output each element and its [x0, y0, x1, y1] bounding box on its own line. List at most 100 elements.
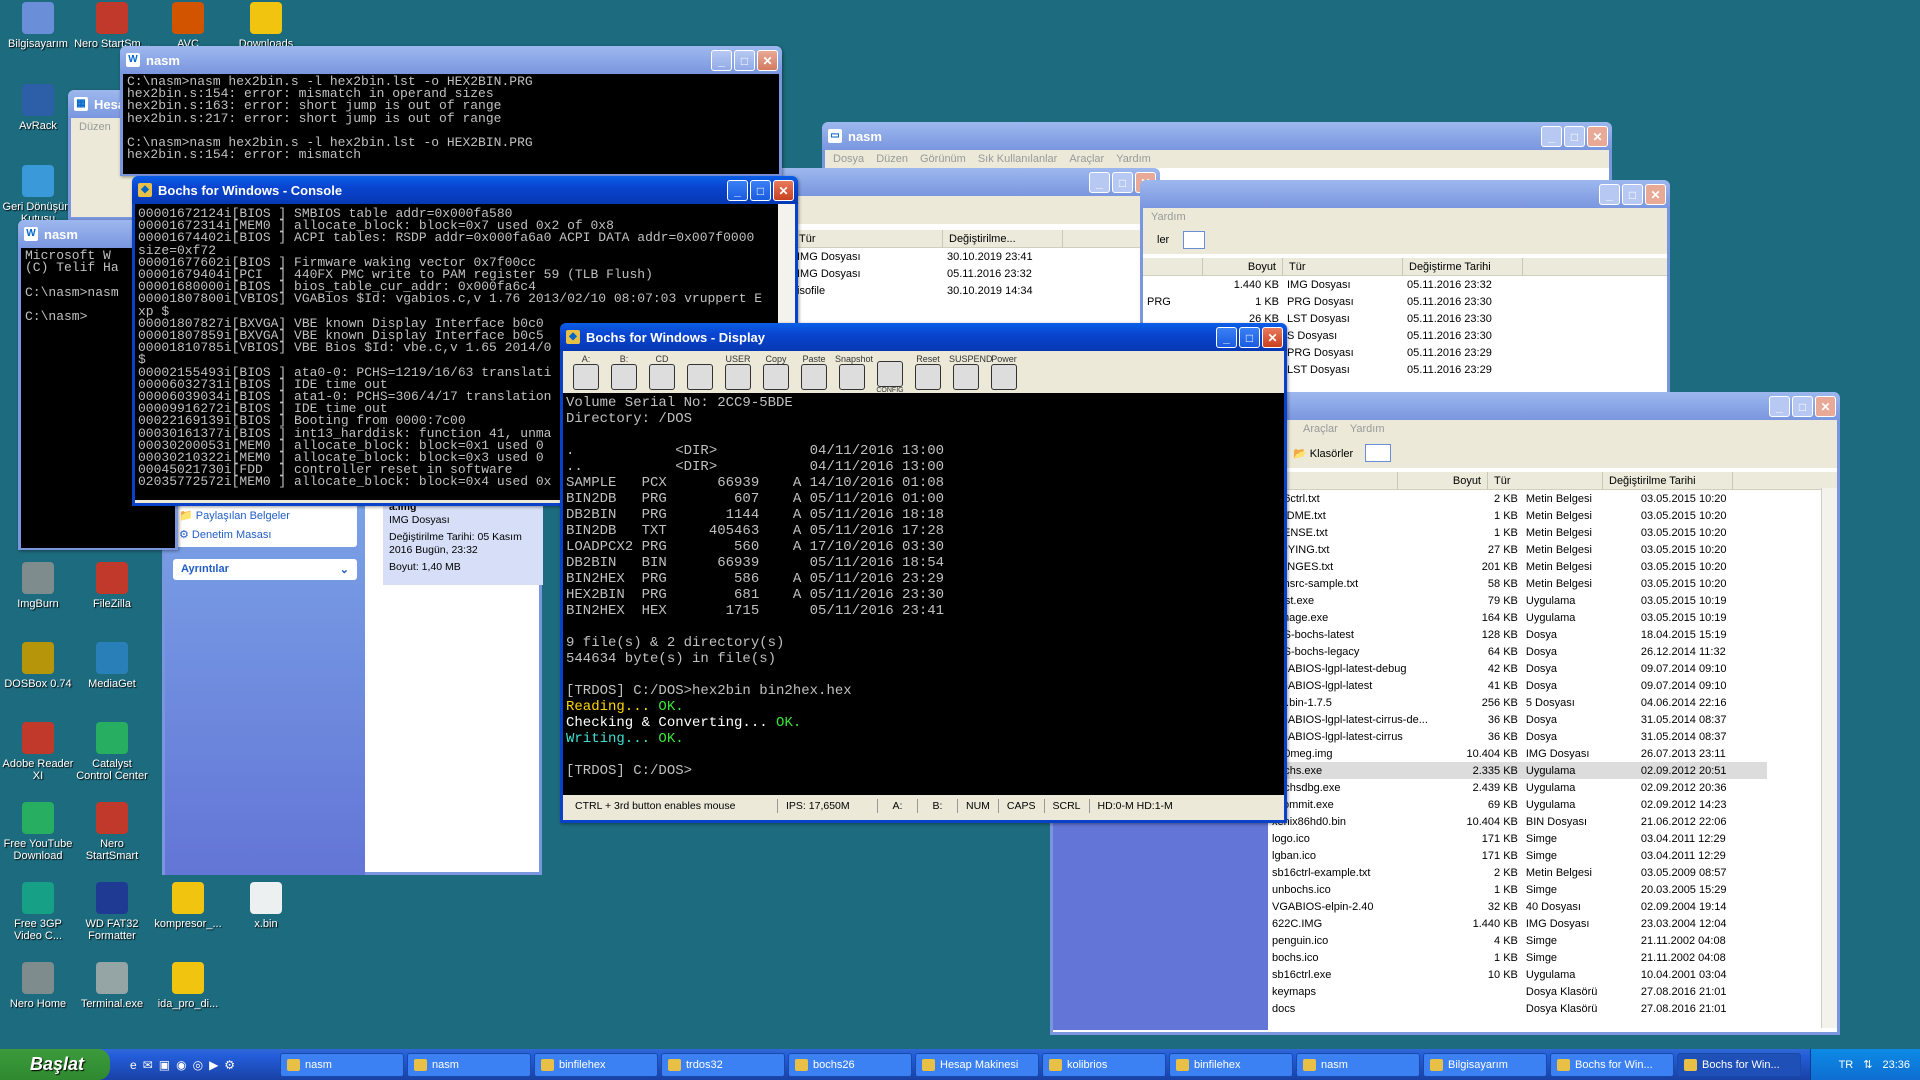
power-button[interactable]: Power	[987, 354, 1021, 390]
taskbar-item-bilgisayar-m[interactable]: Bilgisayarım	[1423, 1052, 1547, 1077]
table-row[interactable]: bochs.exe 2.335 KB Uygulama 02.09.2012 20:5…	[1268, 762, 1767, 779]
desktop-icon-imgburn[interactable]: ImgBurn	[0, 562, 76, 610]
table-row[interactable]: KBIMG Dosyası30.10.2019 23:41	[763, 248, 1063, 265]
maximize-button[interactable]: □	[750, 180, 771, 201]
network-icon[interactable]: ⇅	[1863, 1058, 1872, 1071]
taskbar-item-nasm[interactable]: nasm	[1296, 1052, 1420, 1077]
desktop-icon-mediaget[interactable]: MediaGet	[74, 642, 150, 690]
table-row[interactable]: 1.440 KB IMG Dosyası 05.11.2016 23:32	[1143, 276, 1523, 293]
minimize-button[interactable]: _	[1769, 396, 1790, 417]
desktop-icon[interactable]: ▣	[159, 1058, 170, 1072]
reset-button[interactable]: Reset	[911, 354, 945, 390]
maximize-button[interactable]: □	[1622, 184, 1643, 205]
table-row[interactable]: ximage.exe 164 KB Uygulama 03.05.2015 10:19	[1268, 609, 1767, 626]
table-row[interactable]: KBisofile30.10.2019 14:34	[763, 282, 1063, 299]
table-row[interactable]: VGABIOS-lgpl-latest-debug 42 KB Dosya 09.07…	[1268, 660, 1767, 677]
table-row[interactable]: VGABIOS-lgpl-latest 41 KB Dosya 09.07.2014 …	[1268, 677, 1767, 694]
column-size[interactable]: Boyut	[1398, 471, 1488, 490]
table-row[interactable]: IOS-bochs-latest 128 KB Dosya 18.04.2015 15…	[1268, 626, 1767, 643]
link-control-panel[interactable]: ⚙ Denetim Masası	[179, 528, 351, 541]
desktop-icon-downloads[interactable]: Downloads	[228, 2, 304, 50]
desktop-icon-bilgisayar-m[interactable]: Bilgisayarım	[0, 2, 76, 50]
menu-help[interactable]: Yardım	[1151, 211, 1186, 223]
desktop-icon-geri-do-nu-s-u-m-kutusu[interactable]: Geri Dönüşüm Kutusu	[0, 165, 76, 225]
desktop-icon-nero-startsmart[interactable]: Nero StartSmart	[74, 802, 150, 862]
media-icon[interactable]: ▶	[209, 1058, 218, 1072]
taskbar-item-nasm[interactable]: nasm	[407, 1052, 531, 1077]
desktop-icon-catalyst-control-center[interactable]: Catalyst Control Center	[74, 722, 150, 782]
table-row[interactable]: lgban.ico 171 KB Simge 03.04.2011 12:29	[1268, 847, 1767, 864]
taskbar-item-nasm[interactable]: nasm	[280, 1052, 404, 1077]
paste-button[interactable]: Paste	[797, 354, 831, 390]
menu-help[interactable]: Yardım	[1350, 423, 1385, 435]
outlook-icon[interactable]: ✉	[143, 1058, 153, 1072]
table-row[interactable]: sb16ctrl-example.txt 2 KB Metin Belgesi 03.…	[1268, 864, 1767, 881]
minimize-button[interactable]: _	[1216, 327, 1237, 348]
settings-icon[interactable]: ⚙	[224, 1058, 235, 1072]
firefox-icon[interactable]: ◉	[176, 1058, 186, 1072]
column-modified[interactable]: Değiştirilme Tarihi	[1603, 471, 1733, 490]
link-shared-docs[interactable]: 📁 Paylaşılan Belgeler	[179, 509, 351, 522]
table-row[interactable]: ICENSE.txt 1 KB Metin Belgesi 03.05.2015 10…	[1268, 524, 1767, 541]
ie-icon[interactable]: e	[130, 1058, 137, 1072]
menu-tools[interactable]: Araçlar	[1303, 423, 1338, 435]
menu-yard-m[interactable]: Yardım	[1116, 153, 1151, 165]
table-row[interactable]: docs Dosya Klasörü 27.08.2016 21:01	[1268, 1000, 1767, 1017]
desktop-icon-dosbox-0-74[interactable]: DOSBox 0.74	[0, 642, 76, 690]
close-button[interactable]: ✕	[773, 180, 794, 201]
table-row[interactable]: iclist.exe 79 KB Uygulama 03.05.2015 10:19	[1268, 592, 1767, 609]
scrollbar[interactable]	[1821, 488, 1837, 1028]
minimize-button[interactable]: _	[711, 50, 732, 71]
table-row[interactable]: logo.ico 171 KB Simge 03.04.2011 12:29	[1268, 830, 1767, 847]
floppy-a-button[interactable]: A:	[569, 354, 603, 390]
table-row[interactable]: IOS-bochs-legacy 64 KB Dosya 26.12.2014 11:…	[1268, 643, 1767, 660]
emulator-screen[interactable]: Volume Serial No: 2CC9-5BDE Directory: /…	[563, 393, 1284, 795]
column-modified[interactable]: Değiştirme Tarihi	[1403, 257, 1523, 276]
views-icon[interactable]	[1365, 444, 1392, 462]
table-row[interactable]: 622C.IMG 1.440 KB IMG Dosyası 23.03.2004 12…	[1268, 915, 1767, 932]
table-row[interactable]: bochs.ico 1 KB Simge 21.11.2002 04:08	[1268, 949, 1767, 966]
mouse-button[interactable]	[683, 354, 717, 390]
column-type[interactable]: Tür	[793, 229, 943, 248]
table-row[interactable]: d10meg.img 10.404 KB IMG Dosyası 26.07.2013…	[1268, 745, 1767, 762]
taskbar-item-hesap-makinesi[interactable]: Hesap Makinesi	[915, 1052, 1039, 1077]
desktop-icon-x-bin[interactable]: x.bin	[228, 882, 304, 930]
folders-button[interactable]: 📂 Klasörler	[1293, 447, 1353, 460]
desktop-icon-terminal-exe[interactable]: Terminal.exe	[74, 962, 150, 1010]
desktop-icon-free-3gp-video-c[interactable]: Free 3GP Video C...	[0, 882, 76, 942]
taskbar-item-kolibrios[interactable]: kolibrios	[1042, 1052, 1166, 1077]
suspend-button[interactable]: SUSPEND	[949, 354, 993, 390]
column-size[interactable]: Boyut	[1203, 257, 1283, 276]
desktop-icon-avc[interactable]: AVC	[150, 2, 226, 50]
close-button[interactable]: ✕	[1645, 184, 1666, 205]
table-row[interactable]: KBIMG Dosyası05.11.2016 23:32	[763, 265, 1063, 282]
folders-button[interactable]: ler	[1157, 234, 1169, 246]
desktop-icon-nero-startsm[interactable]: Nero StartSm...	[74, 2, 150, 50]
close-button[interactable]: ✕	[1262, 327, 1283, 348]
column-modified[interactable]: Değiştirilme...	[943, 229, 1063, 248]
table-row[interactable]: VGABIOS-lgpl-latest-cirrus-de... 36 KB Dos…	[1268, 711, 1767, 728]
views-icon[interactable]	[1183, 231, 1206, 249]
config-button[interactable]: CONFIG	[873, 351, 907, 394]
table-row[interactable]: HANGES.txt 201 KB Metin Belgesi 03.05.2015 …	[1268, 558, 1767, 575]
table-row[interactable]: OPYING.txt 27 KB Metin Belgesi 03.05.2015 1…	[1268, 541, 1767, 558]
taskbar-item-trdos32[interactable]: trdos32	[661, 1052, 785, 1077]
user-button[interactable]: USER	[721, 354, 755, 390]
table-row[interactable]: keymaps Dosya Klasörü 27.08.2016 21:01	[1268, 983, 1767, 1000]
table-row[interactable]: penguin.ico 4 KB Simge 21.11.2002 04:08	[1268, 932, 1767, 949]
desktop-icon-nero-home[interactable]: Nero Home	[0, 962, 76, 1010]
column-type[interactable]: Tür	[1488, 471, 1603, 490]
taskbar-item-bochs-for-win[interactable]: Bochs for Win...	[1677, 1052, 1801, 1077]
table-row[interactable]: EADME.txt 1 KB Metin Belgesi 03.05.2015 10:…	[1268, 507, 1767, 524]
menu-go-ru-nu-m[interactable]: Görünüm	[920, 153, 966, 165]
table-row[interactable]: PRG 1 KB PRG Dosyası 05.11.2016 23:30	[1143, 293, 1523, 310]
table-row[interactable]: ios.bin-1.7.5 256 KB 5 Dosyası 04.06.2014 2…	[1268, 694, 1767, 711]
minimize-button[interactable]: _	[1599, 184, 1620, 205]
minimize-button[interactable]: _	[1541, 126, 1562, 147]
maximize-button[interactable]: □	[734, 50, 755, 71]
desktop-icon-wd-fat32-formatter[interactable]: WD FAT32 Formatter	[74, 882, 150, 942]
menu-arac-lar[interactable]: Araçlar	[1069, 153, 1104, 165]
details-panel-header[interactable]: Ayrıntılar ⌄	[173, 559, 357, 580]
taskbar-item-bochs26[interactable]: bochs26	[788, 1052, 912, 1077]
table-row[interactable]: VGABIOS-lgpl-latest-cirrus 36 KB Dosya 31.0…	[1268, 728, 1767, 745]
